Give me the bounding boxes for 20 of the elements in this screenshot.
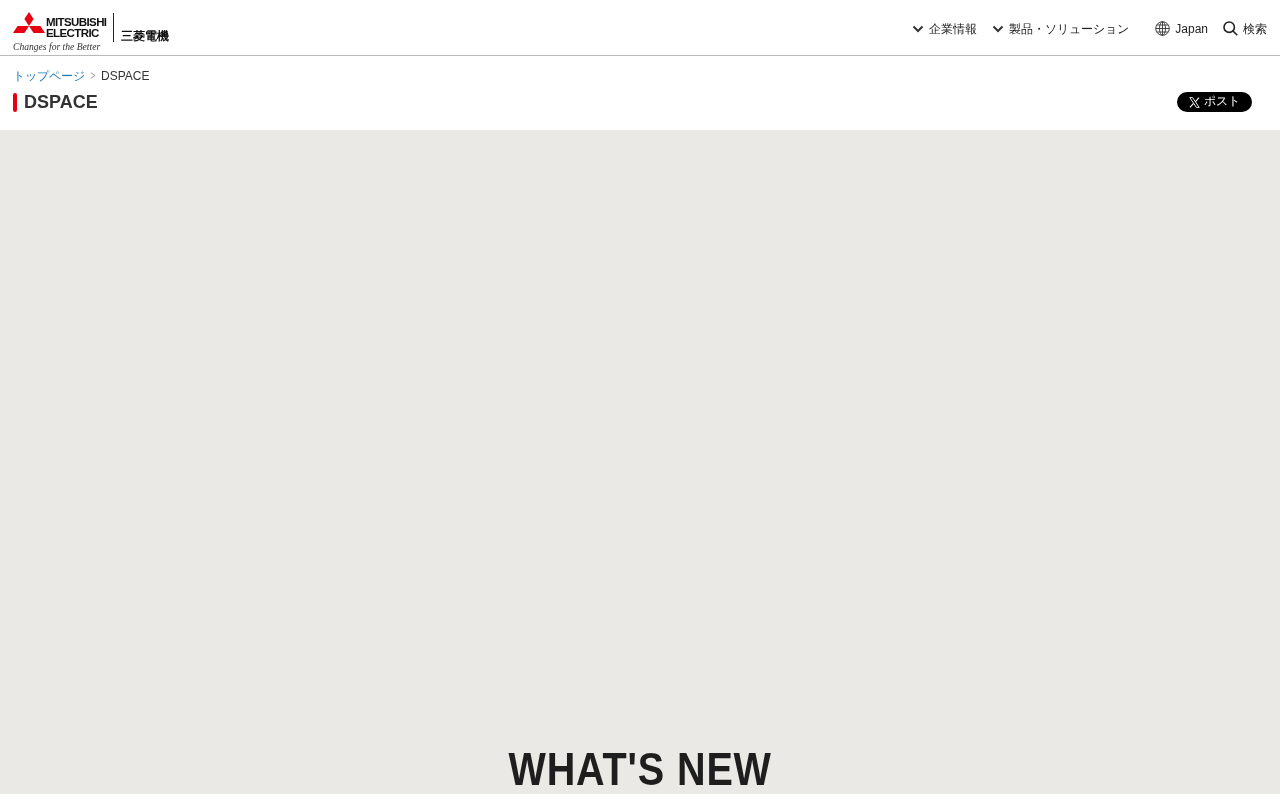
brand-tagline: Changes for the Better (13, 41, 102, 52)
breadcrumb-link[interactable]: トップページ (13, 69, 85, 83)
chevron-down-icon (992, 24, 1005, 33)
title-accent-bar (13, 92, 17, 112)
brand-japanese-name: 三菱電機 (121, 27, 170, 45)
breadcrumb-separator-icon (90, 72, 96, 79)
nav-link[interactable]: Japan (1155, 19, 1208, 38)
post-button[interactable]: ポスト (1177, 92, 1252, 112)
brand-name: MITSUBISHI (46, 16, 107, 28)
nav-link[interactable]: 検索 (1223, 19, 1267, 38)
x-logo-icon (1189, 96, 1200, 108)
nav-link[interactable]: 製品・ソリューション (992, 19, 1130, 38)
globe-icon (1155, 21, 1171, 36)
page-title: DSPACE (24, 92, 98, 112)
nav-link[interactable]: 企業情報 (912, 19, 978, 38)
chevron-down-icon (912, 24, 925, 33)
brand-name: ELECTRIC (46, 27, 100, 39)
breadcrumb-current: DSPACE (101, 69, 150, 83)
section-heading: WHAT'S NEW (508, 746, 772, 792)
search-icon (1223, 21, 1238, 36)
